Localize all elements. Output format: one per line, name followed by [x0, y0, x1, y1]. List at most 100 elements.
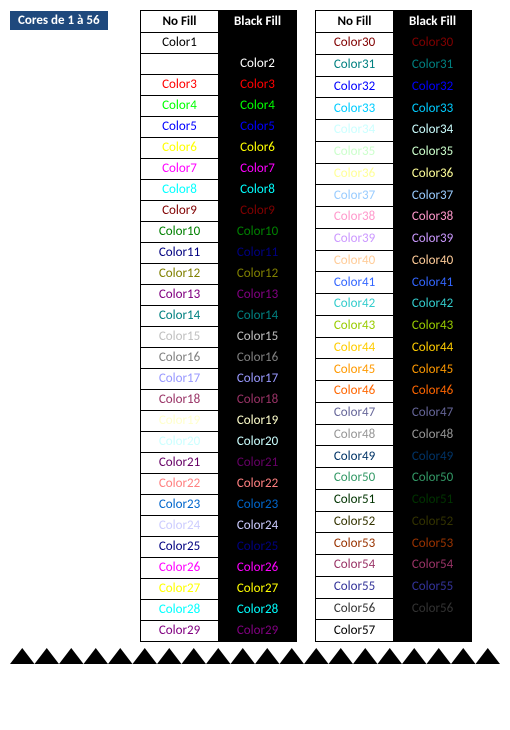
title-badge: Cores de 1 à 56	[10, 11, 108, 30]
color-cell-blackfill: Color13	[219, 285, 297, 306]
color-cell-blackfill: Color41	[394, 272, 472, 294]
color-cell-blackfill: Color45	[394, 359, 472, 381]
color-row: Color51Color51	[316, 489, 472, 511]
color-row: Color40Color40	[316, 250, 472, 272]
color-cell-nofill: Color32	[316, 76, 394, 98]
color-row: Color56Color56	[316, 598, 472, 620]
color-row: Color21Color21	[141, 453, 297, 474]
title-column: Cores de 1 à 56	[10, 10, 120, 30]
color-cell-blackfill: Color43	[394, 315, 472, 337]
header-row: No Fill Black Fill	[141, 11, 297, 33]
color-row: Color31Color31	[316, 54, 472, 76]
color-cell-nofill: Color40	[316, 250, 394, 272]
color-cell-nofill: Color25	[141, 537, 219, 558]
color-row: Color5Color5	[141, 117, 297, 138]
color-row: Color15Color15	[141, 327, 297, 348]
color-row: Color25Color25	[141, 537, 297, 558]
color-cell-nofill: Color52	[316, 511, 394, 533]
color-row: Color9Color9	[141, 201, 297, 222]
color-row: Color37Color37	[316, 185, 472, 207]
color-row: Color50Color50	[316, 468, 472, 490]
color-cell-nofill: Color55	[316, 576, 394, 598]
color-cell-nofill: Color14	[141, 306, 219, 327]
color-row: Color29Color29	[141, 621, 297, 642]
color-cell-blackfill: Color8	[219, 180, 297, 201]
color-cell-nofill: Color48	[316, 424, 394, 446]
color-cell-nofill: Color20	[141, 432, 219, 453]
color-row: Color36Color36	[316, 163, 472, 185]
color-cell-nofill: Color28	[141, 600, 219, 621]
header-nofill: No Fill	[141, 11, 219, 33]
color-row: Color20Color20	[141, 432, 297, 453]
color-cell-blackfill: Color35	[394, 141, 472, 163]
color-cell-blackfill: Color30	[394, 33, 472, 55]
color-cell-nofill: Color39	[316, 228, 394, 250]
header-nofill: No Fill	[316, 11, 394, 33]
color-cell-blackfill: Color51	[394, 489, 472, 511]
color-cell-nofill: Color50	[316, 468, 394, 490]
color-row: Color17Color17	[141, 369, 297, 390]
color-cell-nofill: Color57	[316, 620, 394, 642]
color-cell-nofill: Color11	[141, 243, 219, 264]
color-cell-nofill: Color15	[141, 327, 219, 348]
color-row: Color41Color41	[316, 272, 472, 294]
color-cell-nofill: Color54	[316, 555, 394, 577]
color-cell-nofill: Color21	[141, 453, 219, 474]
color-cell-nofill: Color16	[141, 348, 219, 369]
color-cell-blackfill: Color15	[219, 327, 297, 348]
color-row: Color57Color57	[316, 620, 472, 642]
color-cell-nofill: Color23	[141, 495, 219, 516]
color-cell-blackfill: Color3	[219, 75, 297, 96]
color-cell-nofill: Color4	[141, 96, 219, 117]
color-cell-blackfill: Color25	[219, 537, 297, 558]
color-cell-nofill: Color2	[141, 54, 219, 75]
color-cell-nofill: Color26	[141, 558, 219, 579]
color-row: Color10Color10	[141, 222, 297, 243]
color-cell-blackfill: Color40	[394, 250, 472, 272]
color-cell-blackfill: Color31	[394, 54, 472, 76]
color-cell-nofill: Color38	[316, 207, 394, 229]
color-row: Color1Color1	[141, 33, 297, 54]
color-cell-blackfill: Color52	[394, 511, 472, 533]
color-cell-nofill: Color9	[141, 201, 219, 222]
color-cell-blackfill: Color37	[394, 185, 472, 207]
color-cell-blackfill: Color22	[219, 474, 297, 495]
color-cell-blackfill: Color7	[219, 159, 297, 180]
color-cell-nofill: Color10	[141, 222, 219, 243]
color-cell-nofill: Color41	[316, 272, 394, 294]
color-cell-nofill: Color1	[141, 33, 219, 54]
color-cell-blackfill: Color55	[394, 576, 472, 598]
color-row: Color11Color11	[141, 243, 297, 264]
color-cell-nofill: Color49	[316, 446, 394, 468]
color-row: Color33Color33	[316, 98, 472, 120]
color-cell-blackfill: Color48	[394, 424, 472, 446]
color-row: Color46Color46	[316, 381, 472, 403]
color-row: Color2Color2	[141, 54, 297, 75]
color-cell-nofill: Color43	[316, 315, 394, 337]
color-cell-nofill: Color56	[316, 598, 394, 620]
color-cell-blackfill: Color47	[394, 402, 472, 424]
color-cell-blackfill: Color33	[394, 98, 472, 120]
color-cell-nofill: Color18	[141, 390, 219, 411]
color-row: Color16Color16	[141, 348, 297, 369]
color-cell-nofill: Color6	[141, 138, 219, 159]
color-cell-nofill: Color27	[141, 579, 219, 600]
color-row: Color32Color32	[316, 76, 472, 98]
color-cell-nofill: Color33	[316, 98, 394, 120]
color-row: Color48Color48	[316, 424, 472, 446]
color-cell-blackfill: Color46	[394, 381, 472, 403]
color-cell-blackfill: Color34	[394, 120, 472, 142]
color-cell-blackfill: Color44	[394, 337, 472, 359]
color-cell-nofill: Color22	[141, 474, 219, 495]
color-cell-nofill: Color8	[141, 180, 219, 201]
color-cell-blackfill: Color42	[394, 294, 472, 316]
color-cell-nofill: Color19	[141, 411, 219, 432]
color-cell-blackfill: Color4	[219, 96, 297, 117]
color-cell-blackfill: Color16	[219, 348, 297, 369]
color-row: Color23Color23	[141, 495, 297, 516]
color-row: Color34Color34	[316, 120, 472, 142]
color-cell-nofill: Color53	[316, 533, 394, 555]
header-blackfill: Black Fill	[394, 11, 472, 33]
color-cell-nofill: Color29	[141, 621, 219, 642]
color-cell-nofill: Color12	[141, 264, 219, 285]
